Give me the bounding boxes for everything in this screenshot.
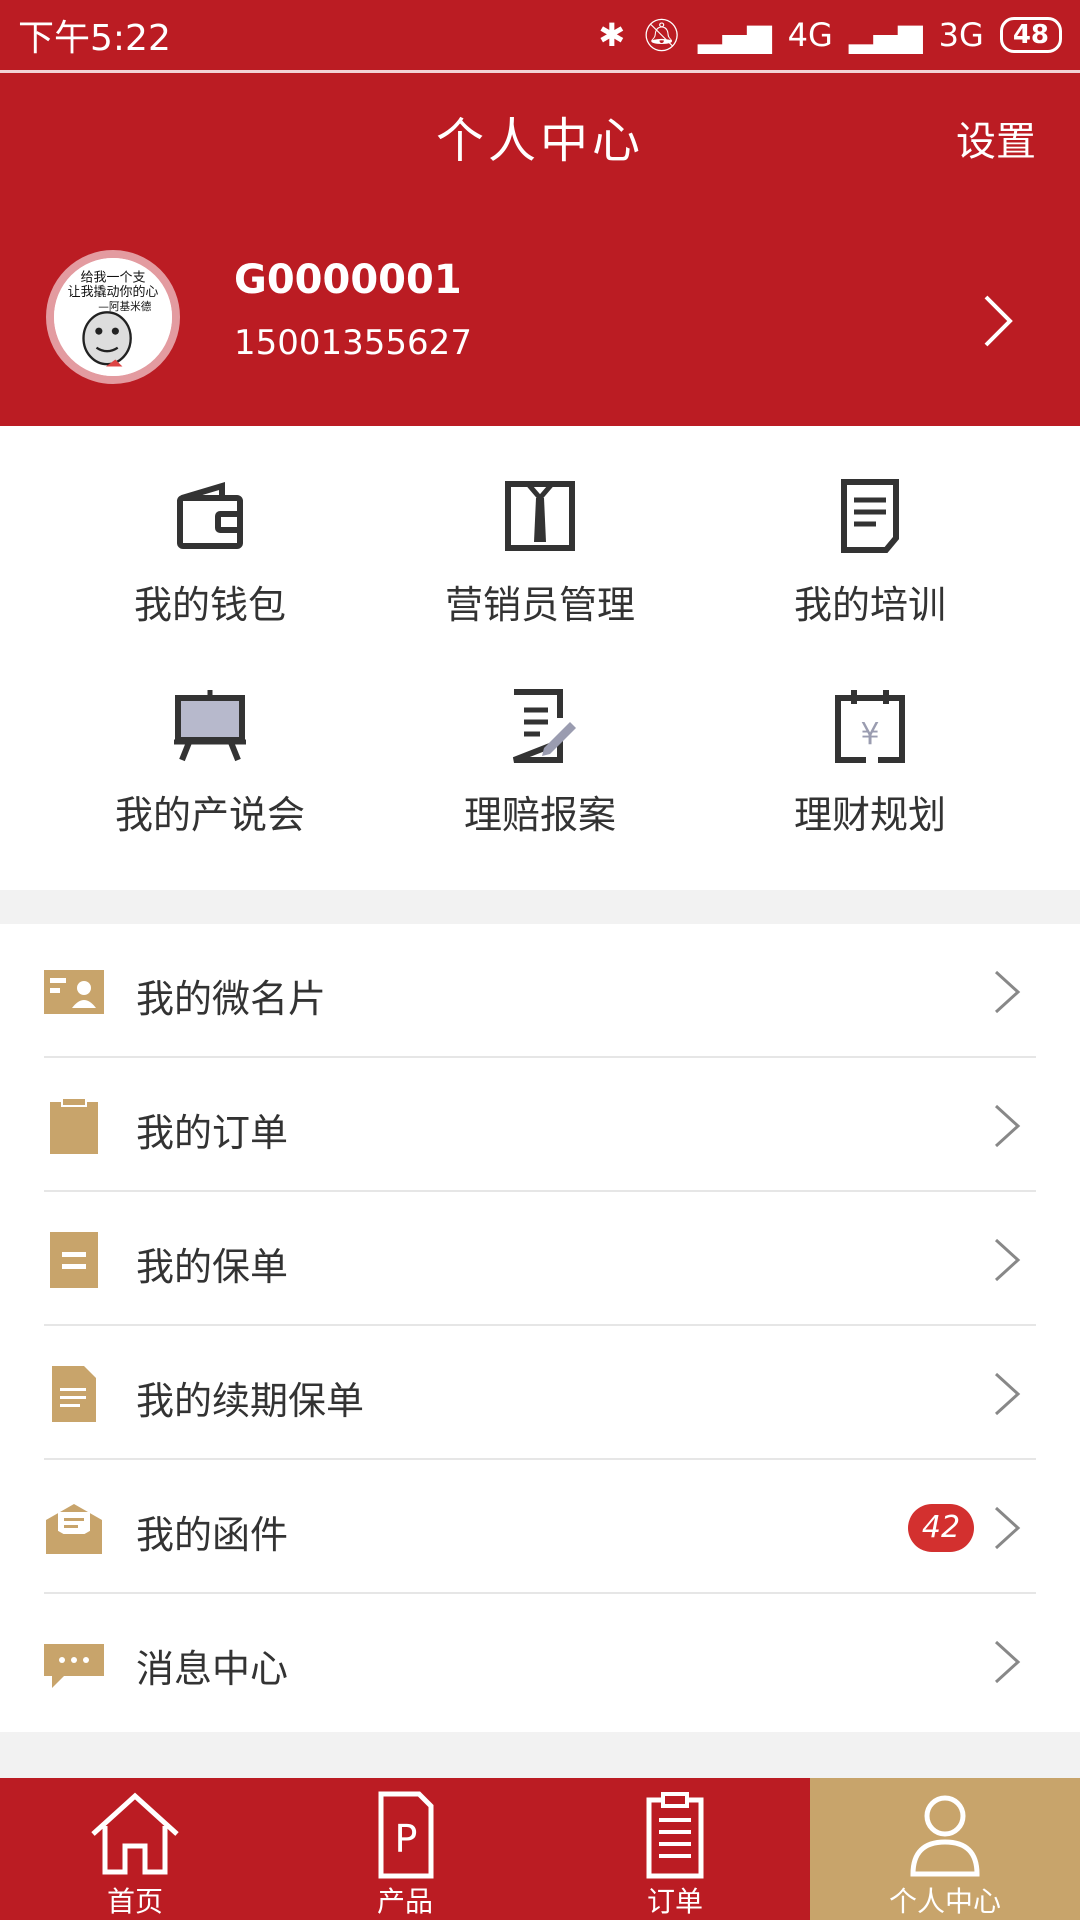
grid-label: 理财规划 (793, 793, 946, 837)
chevron-right-icon (994, 1372, 1021, 1416)
network-label-1: 4G (787, 16, 833, 54)
presentation-board-icon (174, 690, 246, 762)
svg-text:让我撬动你的心: 让我撬动你的心 (68, 284, 159, 300)
signal-icon-2: ▂▄▆ (848, 16, 923, 54)
business-card-icon (44, 970, 104, 1014)
settings-button[interactable]: 设置 (956, 109, 1036, 167)
status-icons: ✱ 🔕︎ ▂▄▆ 4G ▂▄▆ 3G 48 (598, 16, 1062, 54)
chevron-right-icon (994, 1238, 1021, 1282)
user-icon (910, 1795, 980, 1877)
calendar-yen-icon: ¥ (835, 690, 905, 763)
svg-text:P: P (395, 1817, 418, 1861)
chevron-right-icon (994, 1640, 1021, 1684)
tab-label: 产品 (376, 1885, 433, 1918)
page-title: 个人中心 (435, 113, 644, 169)
list-item-label: 我的微名片 (136, 977, 327, 1021)
grid-label: 我的培训 (793, 583, 946, 627)
unread-count-badge: 42 (908, 1504, 974, 1552)
tab-label: 个人中心 (888, 1885, 1001, 1918)
mail-icon (46, 1504, 102, 1554)
tab-orders[interactable]: 订单 (540, 1778, 810, 1920)
policy-icon (50, 1232, 98, 1288)
grid-item-training[interactable]: 我的培训 (690, 476, 1050, 629)
status-time: 下午5:22 (18, 18, 171, 59)
tab-personal-center[interactable]: 个人中心 (810, 1778, 1080, 1920)
list-item-label: 我的保单 (136, 1245, 289, 1289)
avatar-meme-icon: 给我一个支 让我撬动你的心 —阿基米德 (54, 258, 172, 376)
grid-label: 我的产说会 (114, 793, 305, 837)
grid-label: 营销员管理 (444, 583, 635, 627)
svg-text:给我一个支: 给我一个支 (81, 271, 146, 286)
list-item-label: 消息中心 (136, 1647, 289, 1691)
tab-label: 首页 (106, 1885, 163, 1918)
home-icon (91, 1792, 179, 1875)
svg-text:—阿基米德: —阿基米德 (98, 300, 151, 313)
document-icon (841, 479, 899, 553)
bottom-tab-bar: 首页 P 产品 订单 个人中心 (0, 1778, 1080, 1920)
chat-bubble-icon (44, 1644, 104, 1688)
list-item-message-center[interactable]: 消息中心 (0, 1594, 1080, 1728)
profile-chevron-right-icon[interactable] (978, 291, 1018, 351)
chevron-right-icon (994, 1104, 1021, 1148)
grid-item-wallet[interactable]: 我的钱包 (30, 476, 390, 629)
tab-home[interactable]: 首页 (0, 1778, 270, 1920)
grid-item-financial-planning[interactable]: ¥ 理财规划 (690, 686, 1050, 839)
grid-item-agent-management[interactable]: 营销员管理 (360, 476, 720, 629)
list-item-label: 我的订单 (136, 1111, 289, 1155)
chevron-right-icon (994, 970, 1021, 1014)
list-item-renewal-policies[interactable]: 我的续期保单 (0, 1326, 1080, 1460)
list-item-micro-card[interactable]: 我的微名片 (0, 924, 1080, 1058)
avatar[interactable]: 给我一个支 让我撬动你的心 —阿基米德 (46, 250, 180, 384)
order-icon (646, 1792, 704, 1879)
user-name: G0000001 (234, 257, 462, 303)
grid-item-product-briefing[interactable]: 我的产说会 (30, 686, 390, 839)
user-phone: 15001355627 (234, 323, 472, 363)
feature-grid: 我的钱包 营销员管理 我的培训 我的产说会 理赔报案 ¥ 理财规划 (0, 426, 1080, 890)
file-icon (52, 1366, 96, 1422)
bluetooth-icon: ✱ (598, 16, 626, 54)
list-item-orders[interactable]: 我的订单 (0, 1058, 1080, 1192)
list-item-label: 我的函件 (136, 1513, 289, 1557)
grid-label: 理赔报案 (463, 793, 616, 837)
mute-bell-icon: 🔕︎ (641, 16, 682, 54)
battery-indicator: 48 (999, 17, 1062, 53)
svg-text:¥: ¥ (860, 717, 879, 752)
signal-icon: ▂▄▆ (697, 16, 772, 54)
edit-document-icon (512, 689, 576, 763)
network-label-2: 3G (938, 16, 984, 54)
wallet-icon (177, 481, 243, 549)
suit-icon (505, 481, 575, 551)
tab-products[interactable]: P 产品 (270, 1778, 540, 1920)
grid-label: 我的钱包 (133, 583, 286, 627)
list-item-label: 我的续期保单 (136, 1379, 365, 1423)
grid-item-claim-report[interactable]: 理赔报案 (360, 686, 720, 839)
list-item-policies[interactable]: 我的保单 (0, 1192, 1080, 1326)
menu-list: 我的微名片 我的订单 我的保单 我的续期保单 我的函件 42 消息中心 (0, 924, 1080, 1732)
product-icon: P (378, 1791, 434, 1879)
profile-header: 个人中心 设置 给我一个支 让我撬动你的心 —阿基米德 G0000001 150… (0, 73, 1080, 426)
status-bar: 下午5:22 ✱ 🔕︎ ▂▄▆ 4G ▂▄▆ 3G 48 (0, 0, 1080, 70)
list-item-letters[interactable]: 我的函件 42 (0, 1460, 1080, 1594)
chevron-right-icon (994, 1506, 1021, 1550)
tab-label: 订单 (646, 1885, 703, 1918)
clipboard-icon (50, 1098, 98, 1154)
